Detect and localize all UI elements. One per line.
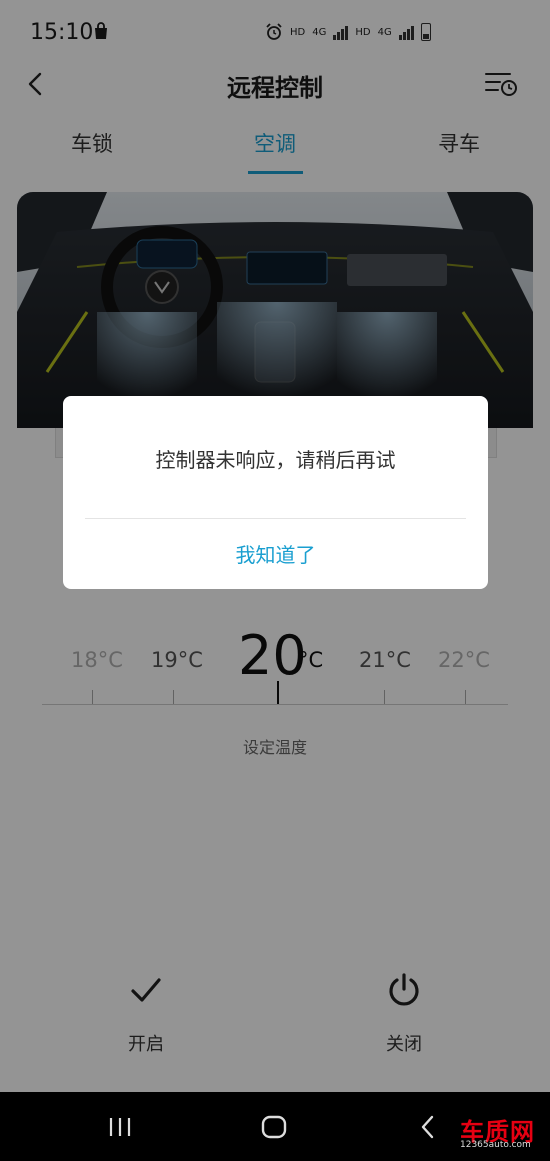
brand-url: 12365auto.com: [460, 1140, 531, 1150]
home-icon[interactable]: [259, 1112, 289, 1142]
alert-dialog: 控制器未响应，请稍后再试 我知道了: [63, 396, 488, 589]
dialog-confirm-button[interactable]: 我知道了: [63, 539, 488, 568]
recent-apps-icon[interactable]: [106, 1112, 134, 1142]
system-nav-bar: 车质网 12365auto.com: [0, 1092, 550, 1161]
watermark-text: www.12365auto.com: [180, 570, 390, 590]
system-back-icon[interactable]: [416, 1112, 440, 1142]
dialog-divider: [85, 518, 466, 519]
brand-logo: 车质网 12365auto.com: [460, 1104, 550, 1156]
dialog-message: 控制器未响应，请稍后再试: [155, 448, 396, 472]
